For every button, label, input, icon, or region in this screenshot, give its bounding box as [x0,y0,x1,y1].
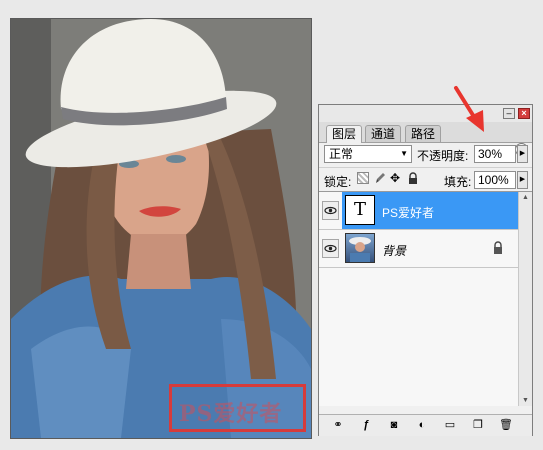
chevron-down-icon: ▼ [400,149,408,158]
panel-tabs: 图层 通道 路径 ▶ [319,122,532,156]
photo-canvas[interactable]: PS爱好者 [10,18,312,439]
fill-stepper[interactable]: ▶ [517,171,528,189]
layers-list: T PS爱好者 背景 ▲ ▼ [319,191,532,406]
close-button[interactable]: × [518,108,530,119]
mask-icon[interactable]: ◙ [387,419,401,432]
layer-row-text[interactable]: T PS爱好者 [319,192,518,230]
lock-icon[interactable] [407,172,419,184]
adjustment-icon[interactable]: ◐ [415,419,429,432]
folder-icon[interactable]: ▭ [443,419,457,432]
link-icon[interactable]: ⚭ [331,419,345,432]
scroll-up-icon[interactable]: ▲ [520,194,531,201]
layer-text-body[interactable]: T PS爱好者 [342,192,518,229]
fill-input[interactable]: 100% [474,171,516,189]
tab-layers[interactable]: 图层 [326,125,363,143]
panel-titlebar[interactable]: – × [319,105,532,123]
blend-row: 正常 ▼ 不透明度: 30% ▶ [319,143,532,165]
layer-row-background[interactable]: 背景 [319,230,518,268]
watermark-text: PS爱好者 [179,401,283,427]
tab-paths[interactable]: 路径 [405,125,442,142]
minimize-button[interactable]: – [503,108,515,119]
text-layer-thumbnail: T [345,195,375,225]
portrait-photo [11,19,311,438]
layers-panel: – × 图层 通道 路径 ▶ 正常 ▼ 不透明度: 30% ▶ 锁定: ✥ 填充… [318,104,533,436]
fill-label: 填充: [444,175,472,189]
opacity-input[interactable]: 30% [474,145,516,163]
background-layer-thumbnail [345,233,375,263]
panel-footer: ⚭ ƒ ◙ ◐ ▭ ❐ 🗑 [319,414,532,436]
blend-mode-value: 正常 [329,147,354,161]
eye-icon[interactable] [322,239,339,258]
lock-transparent-icon[interactable] [357,172,369,184]
layer-name: PS爱好者 [382,206,435,220]
lock-icon [494,241,502,254]
scroll-down-icon[interactable]: ▼ [520,397,531,404]
brush-icon[interactable] [374,172,386,184]
blend-mode-select[interactable]: 正常 ▼ [324,145,412,163]
eye-icon[interactable] [322,201,339,220]
fx-icon[interactable]: ƒ [359,419,373,432]
lock-row: 锁定: ✥ 填充: 100% ▶ [319,167,532,190]
annotation-arrow-icon [454,86,484,132]
move-icon[interactable]: ✥ [390,172,402,184]
trash-icon[interactable]: 🗑 [499,419,513,432]
opacity-stepper[interactable]: ▶ [517,145,528,163]
layer-background-body[interactable]: 背景 [342,230,518,267]
layer-name: 背景 [382,244,407,258]
tab-channels[interactable]: 通道 [365,125,402,142]
layers-scrollbar[interactable]: ▲ ▼ [518,192,532,406]
new-layer-icon[interactable]: ❐ [471,419,485,432]
opacity-label: 不透明度: [417,149,469,163]
lock-label: 锁定: [324,175,352,189]
